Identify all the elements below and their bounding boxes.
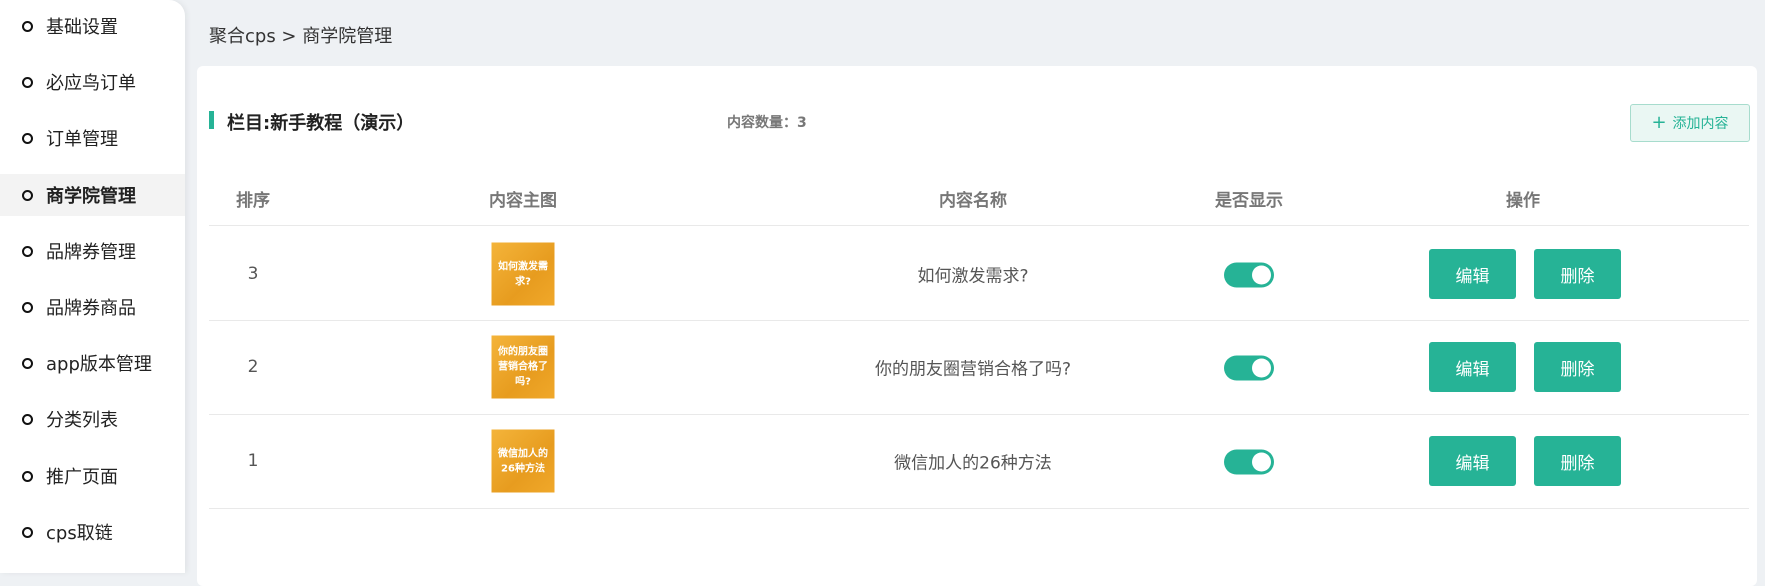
sidebar-item-order-management[interactable]: 订单管理 xyxy=(0,118,185,158)
circle-icon xyxy=(22,301,33,313)
table-divider xyxy=(209,508,1749,509)
row-order: 2 xyxy=(247,357,259,377)
sidebar-item-label: cps取链 xyxy=(46,523,113,544)
circle-icon xyxy=(22,357,33,369)
sidebar-item-brand-coupon-products[interactable]: 品牌券商品 xyxy=(0,287,185,327)
sidebar-item-label: app版本管理 xyxy=(46,354,152,375)
add-content-label: 添加内容 xyxy=(1672,116,1729,132)
table-divider xyxy=(209,225,1749,226)
sidebar-item-label: 必应鸟订单 xyxy=(46,73,136,94)
col-header-visible: 是否显示 xyxy=(1215,191,1283,211)
edit-button[interactable]: 编辑 xyxy=(1429,436,1516,486)
sidebar-item-business-school[interactable]: 商学院管理 xyxy=(0,174,185,216)
delete-button[interactable]: 删除 xyxy=(1534,436,1621,486)
sidebar-item-brand-coupon-management[interactable]: 品牌券管理 xyxy=(0,231,185,271)
sidebar-item-category-list[interactable]: 分类列表 xyxy=(0,399,185,439)
circle-icon xyxy=(22,413,33,425)
content-thumbnail: 如何激发需求? xyxy=(491,242,555,306)
content-name: 你的朋友圈营销合格了吗? xyxy=(874,359,1072,380)
sidebar-item-label: 推广页面 xyxy=(46,467,118,488)
col-header-image: 内容主图 xyxy=(489,191,557,211)
circle-icon xyxy=(22,470,33,482)
sidebar-item-biyingniao-orders[interactable]: 必应鸟订单 xyxy=(0,62,185,102)
edit-button[interactable]: 编辑 xyxy=(1429,342,1516,392)
content-name: 如何激发需求? xyxy=(917,266,1029,287)
section-title: 栏目:新手教程（演示） xyxy=(227,113,415,134)
sidebar-item-label: 订单管理 xyxy=(46,129,118,150)
breadcrumb: 聚合cps > 商学院管理 xyxy=(209,26,393,47)
circle-icon xyxy=(22,132,33,144)
col-header-order: 排序 xyxy=(236,191,270,211)
sidebar-item-promo-page[interactable]: 推广页面 xyxy=(0,456,185,496)
content-count: 内容数量：3 xyxy=(727,115,807,131)
table-divider xyxy=(209,320,1749,321)
circle-icon xyxy=(22,526,33,538)
sidebar-item-label: 分类列表 xyxy=(46,410,118,431)
sidebar-item-label: 品牌券商品 xyxy=(46,298,136,319)
col-header-actions: 操作 xyxy=(1506,191,1540,211)
sidebar-item-label: 基础设置 xyxy=(46,17,118,38)
content-panel: 栏目:新手教程（演示） 内容数量：3 + 添加内容 排序 内容主图 内容名称 是… xyxy=(197,66,1757,586)
content-thumbnail: 你的朋友圈营销合格了吗? xyxy=(491,335,555,399)
table-divider xyxy=(209,414,1749,415)
visibility-toggle[interactable] xyxy=(1224,262,1274,288)
circle-icon xyxy=(22,245,33,257)
visibility-toggle[interactable] xyxy=(1224,449,1274,475)
plus-icon: + xyxy=(1651,112,1667,133)
sidebar-item-label: 品牌券管理 xyxy=(46,242,136,263)
sidebar-item-app-version[interactable]: app版本管理 xyxy=(0,343,185,383)
sidebar-item-label: 商学院管理 xyxy=(46,186,136,207)
delete-button[interactable]: 删除 xyxy=(1534,249,1621,299)
content-thumbnail: 微信加人的26种方法 xyxy=(491,429,555,493)
circle-icon xyxy=(22,20,33,32)
circle-icon xyxy=(22,76,33,88)
row-order: 3 xyxy=(247,264,259,284)
section-accent-bar xyxy=(209,111,214,129)
sidebar-item-basic-settings[interactable]: 基础设置 xyxy=(0,6,185,46)
sidebar-item-cps-link[interactable]: cps取链 xyxy=(0,512,185,552)
sidebar: 基础设置 必应鸟订单 订单管理 商学院管理 品牌券管理 品牌券商品 app版本管… xyxy=(0,0,185,573)
edit-button[interactable]: 编辑 xyxy=(1429,249,1516,299)
visibility-toggle[interactable] xyxy=(1224,355,1274,381)
content-name: 微信加人的26种方法 xyxy=(894,453,1052,474)
row-order: 1 xyxy=(247,451,259,471)
add-content-button[interactable]: + 添加内容 xyxy=(1630,104,1750,142)
circle-icon xyxy=(22,189,33,201)
delete-button[interactable]: 删除 xyxy=(1534,342,1621,392)
col-header-name: 内容名称 xyxy=(939,191,1007,211)
